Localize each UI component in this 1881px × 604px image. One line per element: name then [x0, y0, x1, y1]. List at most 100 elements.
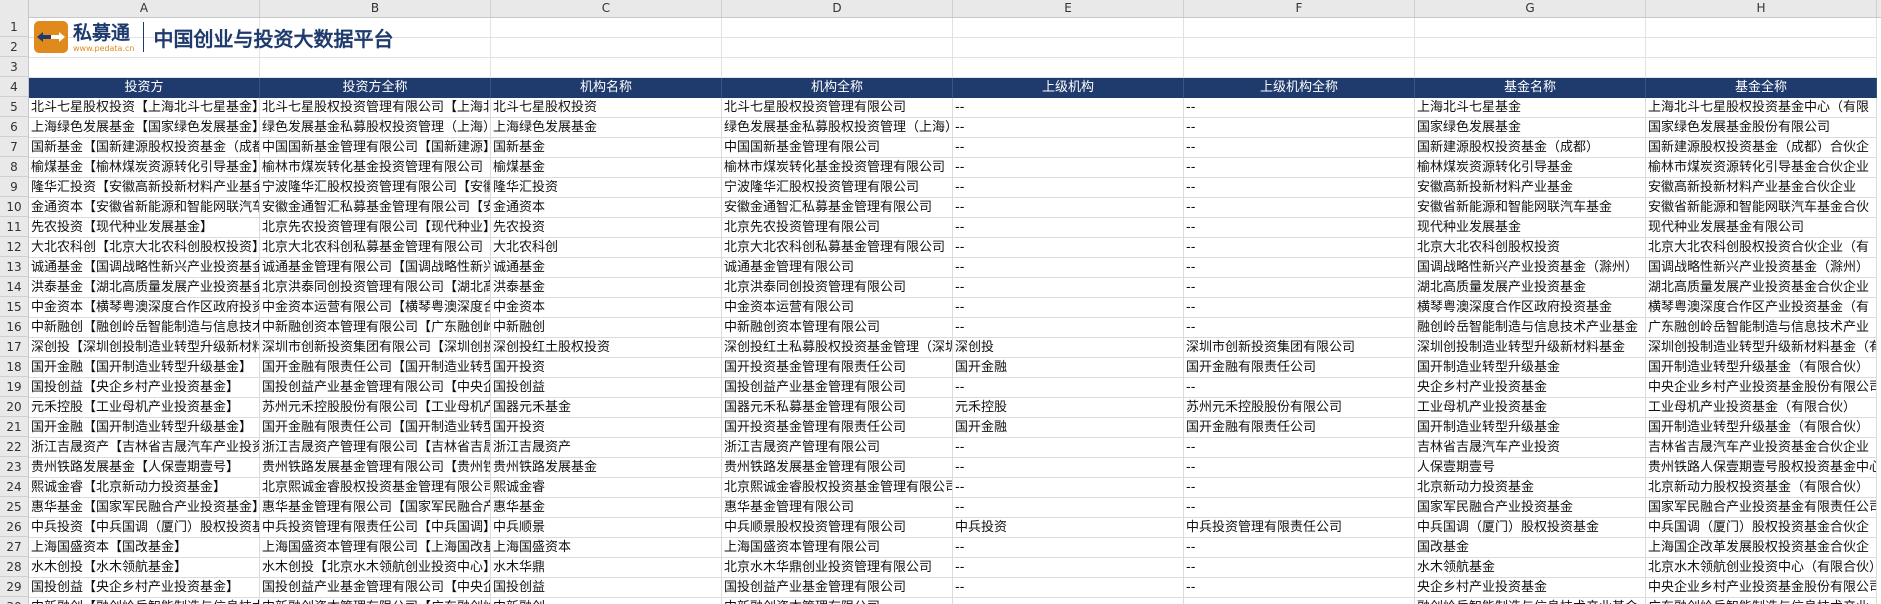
table-cell[interactable]: --	[953, 258, 1184, 278]
table-cell[interactable]: 国投创益	[491, 578, 722, 598]
row-header[interactable]: 12	[0, 237, 28, 257]
table-cell[interactable]: 中新融创资本管理有限公司【广东融创岭岳】	[260, 598, 491, 604]
table-cell[interactable]: --	[1184, 478, 1415, 498]
table-cell[interactable]: 国新基金【国新建源股权投资基金（成都）】	[29, 138, 260, 158]
table-cell[interactable]: 国新基金	[491, 138, 722, 158]
table-cell[interactable]: 中金资本运营有限公司【横琴粤澳深度合作】	[260, 298, 491, 318]
row-header[interactable]: 16	[0, 317, 28, 337]
column-header[interactable]: C	[491, 0, 722, 17]
table-cell[interactable]: 北京大北农科创股权投资	[1415, 238, 1646, 258]
row-header[interactable]: 10	[0, 197, 28, 217]
table-cell[interactable]: 元禾控股【工业母机产业投资基金】	[29, 398, 260, 418]
table-cell[interactable]: 吉林省吉晟汽车产业投资	[1415, 438, 1646, 458]
empty-cell[interactable]	[1646, 38, 1877, 58]
table-header-cell[interactable]: 投资方全称	[260, 78, 491, 98]
table-cell[interactable]: 国开金融	[953, 358, 1184, 378]
table-cell[interactable]: 央企乡村产业投资基金	[1415, 378, 1646, 398]
row-header[interactable]: 17	[0, 337, 28, 357]
table-cell[interactable]: 国开金融有限责任公司	[1184, 418, 1415, 438]
row-header[interactable]: 1	[0, 17, 28, 37]
table-cell[interactable]: --	[953, 498, 1184, 518]
table-cell[interactable]: --	[1184, 178, 1415, 198]
table-cell[interactable]: 安徽金通智汇私募基金管理有限公司	[722, 198, 953, 218]
table-header-cell[interactable]: 投资方	[29, 78, 260, 98]
empty-cell[interactable]	[1184, 58, 1415, 78]
table-cell[interactable]: 融创岭岳智能制造与信息技术产业基金	[1415, 318, 1646, 338]
table-cell[interactable]: 北京大北农科创私募基金管理有限公司	[260, 238, 491, 258]
table-cell[interactable]: 水木领航基金	[1415, 558, 1646, 578]
table-cell[interactable]: 现代种业发展基金有限公司	[1646, 218, 1877, 238]
row-header[interactable]: 13	[0, 257, 28, 277]
table-cell[interactable]: --	[1184, 258, 1415, 278]
table-cell[interactable]: --	[953, 318, 1184, 338]
table-cell[interactable]: 国开制造业转型升级基金	[1415, 418, 1646, 438]
table-cell[interactable]: --	[1184, 458, 1415, 478]
table-cell[interactable]: 贵州铁路人保壹期壹号股权投资基金中心	[1646, 458, 1877, 478]
table-cell[interactable]: 元禾控股	[953, 398, 1184, 418]
table-cell[interactable]: 国开投资基金管理有限责任公司	[722, 358, 953, 378]
table-cell[interactable]: 湖北高质量发展产业投资基金合伙企业	[1646, 278, 1877, 298]
table-cell[interactable]: 诚通基金【国调战略性新兴产业投资基金】	[29, 258, 260, 278]
table-cell[interactable]: 先农投资	[491, 218, 722, 238]
table-cell[interactable]: 国调战略性新兴产业投资基金（滁州）	[1646, 258, 1877, 278]
table-cell[interactable]: 国投创益	[491, 378, 722, 398]
table-header-cell[interactable]: 上级机构全称	[1184, 78, 1415, 98]
empty-cell[interactable]	[1415, 38, 1646, 58]
table-cell[interactable]: 北京洪泰同创投资管理有限公司【湖北高】	[260, 278, 491, 298]
table-cell[interactable]: 诚通基金管理有限公司【国调战略性新兴】	[260, 258, 491, 278]
table-cell[interactable]: 中新融创资本管理有限公司	[722, 598, 953, 604]
column-header[interactable]: B	[260, 0, 491, 17]
table-cell[interactable]: 惠华基金	[491, 498, 722, 518]
table-cell[interactable]: 人保壹期壹号	[1415, 458, 1646, 478]
table-cell[interactable]: 中兵投资管理有限责任公司	[1184, 518, 1415, 538]
table-cell[interactable]: 中央企业乡村产业投资基金股份有限公司	[1646, 378, 1877, 398]
table-cell[interactable]: 北斗七星股权投资	[491, 98, 722, 118]
table-cell[interactable]: 中金资本【横琴粤澳深度合作区政府投资基金】	[29, 298, 260, 318]
table-cell[interactable]: 宁波隆华汇股权投资管理有限公司	[722, 178, 953, 198]
row-header[interactable]: 19	[0, 377, 28, 397]
table-cell[interactable]: 中兵投资【中兵国调（厦门）股权投资基金】	[29, 518, 260, 538]
table-cell[interactable]: --	[1184, 438, 1415, 458]
row-header[interactable]: 14	[0, 277, 28, 297]
table-cell[interactable]: 上海国盛资本	[491, 538, 722, 558]
table-cell[interactable]: 国开制造业转型升级基金	[1415, 358, 1646, 378]
row-header[interactable]: 5	[0, 97, 28, 117]
table-cell[interactable]: 深圳市创新投资集团有限公司【深圳创投】	[260, 338, 491, 358]
row-header[interactable]: 23	[0, 457, 28, 477]
table-header-cell[interactable]: 机构全称	[722, 78, 953, 98]
table-cell[interactable]: --	[1184, 118, 1415, 138]
empty-cell[interactable]	[722, 58, 953, 78]
table-cell[interactable]: 国家军民融合产业投资基金	[1415, 498, 1646, 518]
row-header[interactable]: 26	[0, 517, 28, 537]
table-cell[interactable]: 金通资本	[491, 198, 722, 218]
empty-cell[interactable]	[1415, 18, 1646, 38]
table-cell[interactable]: 工业母机产业投资基金	[1415, 398, 1646, 418]
column-header[interactable]: H	[1646, 0, 1877, 17]
table-cell[interactable]: 国新建源股权投资基金（成都）合伙企	[1646, 138, 1877, 158]
table-cell[interactable]: 国新建源股权投资基金（成都）	[1415, 138, 1646, 158]
table-cell[interactable]: 中新融创	[491, 318, 722, 338]
table-cell[interactable]: 北京先农投资管理有限公司	[722, 218, 953, 238]
table-cell[interactable]: 国家绿色发展基金	[1415, 118, 1646, 138]
table-cell[interactable]: 中国国新基金管理有限公司	[722, 138, 953, 158]
table-cell[interactable]: --	[953, 378, 1184, 398]
empty-cell[interactable]	[491, 38, 722, 58]
table-cell[interactable]: 安徽金通智汇私募基金管理有限公司【安徽】	[260, 198, 491, 218]
table-cell[interactable]: 中兵国调（厦门）股权投资基金	[1415, 518, 1646, 538]
table-cell[interactable]: 北斗七星股权投资【上海北斗七星基金】	[29, 98, 260, 118]
table-cell[interactable]: 深创投红土私募股权投资基金管理（深圳）	[722, 338, 953, 358]
table-cell[interactable]: 北京熙诚金睿股权投资基金管理有限公司	[260, 478, 491, 498]
empty-cell[interactable]	[1184, 18, 1415, 38]
table-cell[interactable]: 隆华汇投资【安徽高新投新材料产业基金】	[29, 178, 260, 198]
table-cell[interactable]: --	[953, 218, 1184, 238]
table-cell[interactable]: 横琴粤澳深度合作区产业投资基金（有	[1646, 298, 1877, 318]
table-cell[interactable]: 惠华基金管理有限公司	[722, 498, 953, 518]
table-cell[interactable]: 国开金融【国开制造业转型升级基金】	[29, 358, 260, 378]
table-cell[interactable]: 洪泰基金	[491, 278, 722, 298]
table-cell[interactable]: --	[953, 578, 1184, 598]
table-cell[interactable]: 中兵顺景股权投资管理有限公司	[722, 518, 953, 538]
row-header[interactable]: 29	[0, 577, 28, 597]
table-cell[interactable]: 上海北斗七星股权投资基金中心（有限	[1646, 98, 1877, 118]
table-cell[interactable]: --	[953, 458, 1184, 478]
table-cell[interactable]: 北京水木华鼎创业投资管理有限公司	[722, 558, 953, 578]
